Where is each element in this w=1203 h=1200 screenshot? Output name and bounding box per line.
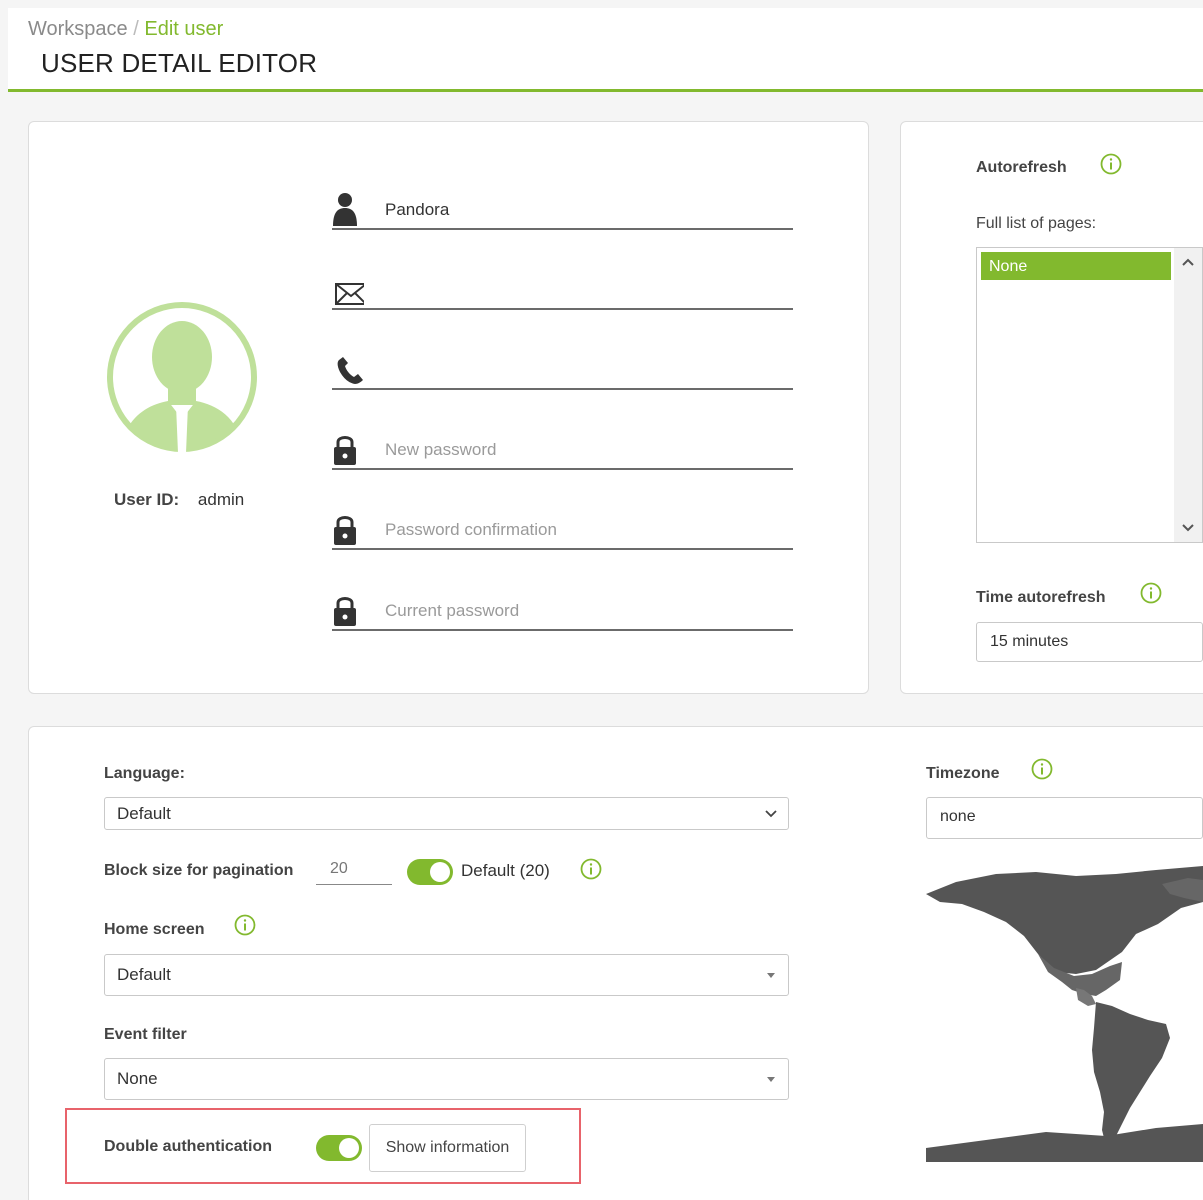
info-icon[interactable] [580, 858, 602, 880]
list-item[interactable]: None [981, 252, 1171, 280]
home-screen-value: Default [117, 965, 171, 984]
toggle-knob [430, 862, 450, 882]
user-icon [333, 193, 357, 226]
chevron-up-icon[interactable] [1180, 254, 1196, 270]
lock-icon [334, 597, 356, 626]
language-label: Language: [104, 765, 185, 782]
breadcrumb-edit-user[interactable]: Edit user [144, 18, 223, 40]
event-filter-value: None [117, 1069, 158, 1088]
event-filter-label: Event filter [104, 1026, 187, 1043]
language-value: Default [117, 803, 171, 823]
home-screen-label: Home screen [104, 921, 205, 938]
password-confirmation-field[interactable]: Password confirmation [332, 510, 793, 550]
info-icon[interactable] [1100, 153, 1122, 175]
user-id-label: User ID: [114, 490, 180, 509]
chevron-down-icon [765, 809, 777, 817]
listbox-scrollbar[interactable] [1174, 248, 1202, 542]
current-password-field[interactable]: Current password [332, 591, 793, 631]
lock-icon [334, 516, 356, 545]
info-icon[interactable] [1031, 758, 1053, 780]
info-icon[interactable] [1140, 582, 1162, 604]
user-id: User ID: admin [114, 490, 244, 510]
phone-icon [337, 357, 363, 384]
full-list-of-pages-label: Full list of pages: [976, 215, 1097, 232]
language-select[interactable]: Default [104, 797, 789, 830]
phone-field[interactable] [332, 350, 793, 390]
lock-icon [334, 436, 356, 465]
envelope-icon [335, 283, 364, 305]
chevron-down-icon[interactable] [1180, 520, 1196, 536]
pages-listbox[interactable]: None [976, 247, 1203, 543]
caret-down-icon [767, 1077, 775, 1082]
page-header: Workspace / Edit user USER DETAIL EDITOR [8, 8, 1203, 92]
user-id-value: admin [197, 490, 245, 509]
name-value: Pandora [385, 200, 450, 219]
home-screen-select[interactable]: Default [104, 954, 789, 996]
email-field[interactable] [332, 270, 793, 310]
double-auth-label: Double authentication [104, 1138, 272, 1155]
event-filter-select[interactable]: None [104, 1058, 789, 1100]
breadcrumb-separator: / [133, 18, 139, 40]
autorefresh-label: Autorefresh [976, 159, 1067, 176]
password-confirmation-placeholder: Password confirmation [385, 520, 557, 539]
block-default-toggle[interactable] [407, 859, 453, 885]
breadcrumb: Workspace / Edit user [28, 18, 223, 41]
new-password-placeholder: New password [385, 440, 497, 459]
timezone-select[interactable]: none [926, 797, 1203, 839]
double-auth-toggle[interactable] [316, 1135, 362, 1161]
toggle-knob [339, 1138, 359, 1158]
info-icon[interactable] [234, 914, 256, 936]
new-password-field[interactable]: New password [332, 430, 793, 470]
time-autorefresh-label: Time autorefresh [976, 589, 1106, 606]
caret-down-icon [767, 973, 775, 978]
page-title: USER DETAIL EDITOR [41, 48, 318, 78]
current-password-placeholder: Current password [385, 601, 520, 620]
time-autorefresh-select[interactable]: 15 minutes [976, 622, 1203, 662]
block-size-input[interactable]: 20 [316, 857, 392, 885]
user-avatar-icon [107, 302, 257, 453]
block-default-label: Default (20) [461, 861, 550, 880]
show-information-button[interactable]: Show information [369, 1124, 526, 1172]
block-size-label: Block size for pagination [104, 862, 294, 879]
breadcrumb-workspace[interactable]: Workspace [28, 18, 128, 40]
world-map-image[interactable] [926, 862, 1203, 1162]
name-field[interactable]: Pandora [332, 190, 793, 230]
timezone-label: Timezone [926, 765, 1000, 782]
